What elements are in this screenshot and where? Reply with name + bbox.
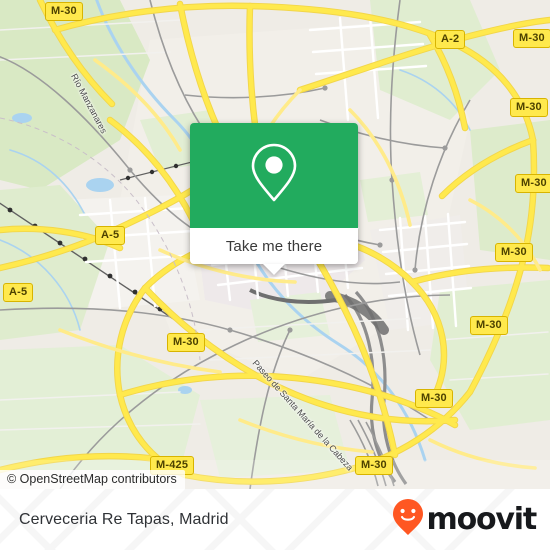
callout-header: [190, 123, 358, 228]
map-pin-icon: [249, 142, 299, 209]
road-shield-m30: M-30: [470, 316, 508, 335]
road-shield-m30: M-30: [513, 29, 550, 48]
road-shield-a5: A-5: [95, 226, 126, 245]
callout-action[interactable]: Take me there: [190, 228, 358, 275]
moovit-map-screenshot: .wb { fill:none; stroke:#aad3f0; stroke-…: [0, 0, 550, 550]
road-shield-m30: M-30: [45, 2, 83, 21]
take-me-there-callout[interactable]: Take me there: [190, 123, 358, 275]
road-shield-a5: A-5: [3, 283, 34, 302]
moovit-pin-icon: [392, 498, 424, 541]
road-shield-a2: A-2: [435, 30, 466, 49]
road-shield-m30: M-30: [515, 174, 550, 193]
callout-tail-icon: [263, 264, 285, 275]
road-shield-m30: M-30: [510, 98, 548, 117]
moovit-logo[interactable]: moovit: [392, 498, 538, 541]
page-footer: Cerveceria Re Tapas, Madrid moovit: [0, 489, 550, 550]
road-shield-m30: M-30: [495, 243, 533, 262]
map-viewport[interactable]: .wb { fill:none; stroke:#aad3f0; stroke-…: [0, 0, 550, 489]
callout-action-label: Take me there: [225, 237, 323, 255]
road-shield-m30: M-30: [167, 333, 205, 352]
moovit-wordmark: moovit: [426, 501, 538, 537]
road-shield-m30: M-30: [415, 389, 453, 408]
page-title: Cerveceria Re Tapas, Madrid: [19, 510, 229, 528]
road-shield-m30: M-30: [355, 456, 393, 475]
map-attribution[interactable]: © OpenStreetMap contributors: [0, 470, 185, 489]
